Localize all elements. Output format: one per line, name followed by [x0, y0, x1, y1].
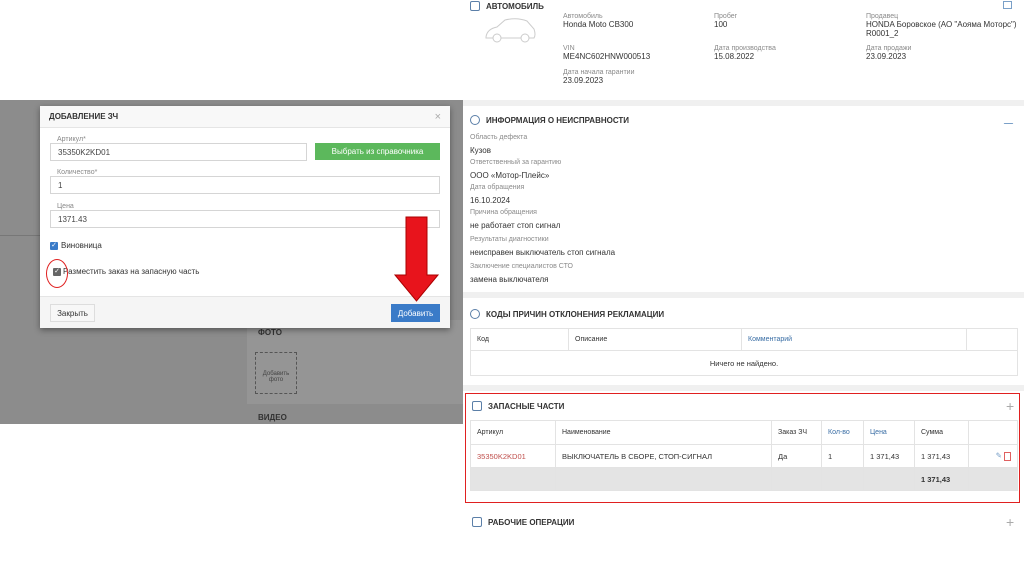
video-title: ВИДЕО — [258, 413, 287, 422]
car-field-mileage: Пробег 100 — [714, 13, 738, 29]
part-order: Да — [771, 444, 822, 468]
edit-icon[interactable] — [1003, 116, 1018, 124]
modal-title: ДОБАВЛЕНИЕ ЗЧ — [49, 112, 119, 121]
car-image — [485, 18, 536, 43]
arrow-down-icon — [393, 216, 440, 302]
col-actions — [968, 420, 1018, 445]
codes-section-header: КОДЫ ПРИЧИН ОТКЛОНЕНИЯ РЕКЛАМАЦИИ — [470, 309, 664, 319]
culprit-label: Виновница — [61, 241, 102, 250]
col-price[interactable]: Цена — [863, 420, 915, 445]
part-sum: 1 371,43 — [914, 444, 969, 468]
col-sum: Сумма — [914, 420, 969, 445]
quantity-input[interactable]: 1 — [50, 176, 440, 194]
add-button[interactable]: Добавить — [391, 304, 440, 322]
divider — [463, 292, 1024, 298]
car-title: АВТОМОБИЛЬ — [486, 1, 544, 11]
part-name: ВЫКЛЮЧАТЕЛЬ В СБОРЕ, СТОП-СИГНАЛ — [555, 444, 772, 468]
part-article-link[interactable]: 35350K2KD01 — [470, 444, 556, 468]
add-part-button[interactable]: + — [1006, 398, 1014, 414]
article-label: Артикул* — [55, 136, 88, 143]
divider — [463, 385, 1024, 391]
add-part-modal: ДОБАВЛЕНИЕ ЗЧ × 35350K2KD01 Артикул* Выб… — [40, 106, 450, 328]
pick-from-catalog-button[interactable]: Выбрать из справочника — [315, 143, 440, 160]
col-description: Описание — [568, 328, 742, 351]
article-input[interactable]: 35350K2KD01 — [50, 143, 307, 161]
culprit-checkbox[interactable]: ✓ — [50, 242, 58, 250]
car-field-model: Автомобиль Honda Moto CB300 — [563, 13, 634, 29]
quantity-label: Количество* — [55, 169, 100, 176]
edit-icon[interactable]: ✎ — [996, 451, 1002, 460]
car-section-header: АВТОМОБИЛЬ — [470, 1, 544, 11]
info-icon — [470, 115, 480, 125]
ops-icon — [472, 517, 482, 527]
car-field-vin: VIN ME4NC602HNW000513 — [563, 45, 651, 61]
row-actions: ✎ — [968, 444, 1018, 468]
ops-title: РАБОЧИЕ ОПЕРАЦИИ — [488, 517, 575, 527]
price-label: Цена — [55, 203, 76, 210]
codes-title: КОДЫ ПРИЧИН ОТКЛОНЕНИЯ РЕКЛАМАЦИИ — [486, 309, 665, 319]
parts-title: ЗАПАСНЫЕ ЧАСТИ — [488, 401, 565, 411]
codes-table: Код Описание Комментарий Ничего не найдено… — [470, 328, 1018, 376]
add-photo-button[interactable]: Добавить фото — [255, 352, 297, 394]
fault-title: ИНФОРМАЦИЯ О НЕИСПРАВНОСТИ — [486, 115, 630, 125]
close-icon[interactable]: × — [435, 111, 441, 123]
codes-icon — [470, 309, 480, 319]
car-field-production-date: Дата производства 15.08.2022 — [714, 45, 776, 61]
fault-section-header: ИНФОРМАЦИЯ О НЕИСПРАВНОСТИ — [470, 115, 629, 125]
delete-icon[interactable] — [1004, 451, 1011, 461]
photo-title: ФОТО — [258, 328, 282, 337]
edit-icon[interactable] — [1003, 1, 1012, 9]
parts-table: Артикул Наименование Заказ ЗЧ Кол-во Цена Сум… — [470, 420, 1018, 491]
col-name: Наименование — [555, 420, 772, 445]
ops-section-header: РАБОЧИЕ ОПЕРАЦИИ — [472, 517, 574, 527]
col-article: Артикул — [470, 420, 556, 445]
car-field-warranty-start: Дата начала гарантии 23.09.2023 — [563, 69, 635, 85]
modal-footer — [40, 296, 450, 328]
fault-fields: Область дефекта Кузов Ответственный за га… — [470, 134, 616, 284]
car-field-sale-date: Дата продажи 23.09.2023 — [866, 45, 912, 61]
close-button[interactable]: Закрыть — [50, 304, 95, 322]
col-empty — [966, 328, 1018, 351]
parts-total: 1 371,43 — [914, 467, 969, 491]
table-row: 35350K2KD01 ВЫКЛЮЧАТЕЛЬ В СБОРЕ, СТОП-СИГ… — [470, 444, 1018, 468]
col-order: Заказ ЗЧ — [771, 420, 822, 445]
empty-message: Ничего не найдено. — [470, 350, 1018, 376]
part-price: 1 371,43 — [863, 444, 915, 468]
highlight-circle — [46, 259, 68, 288]
part-qty: 1 — [821, 444, 864, 468]
col-comment[interactable]: Комментарий — [741, 328, 967, 351]
price-input[interactable]: 1371.43 — [50, 210, 440, 228]
col-code: Код — [470, 328, 569, 351]
car-field-seller: Продавец HONDA Боровское (АО "Аояма Мотор… — [866, 13, 1017, 38]
modal-header: ДОБАВЛЕНИЕ ЗЧ × — [40, 106, 450, 128]
car-icon — [470, 1, 480, 11]
add-operation-button[interactable]: + — [1006, 514, 1014, 530]
order-part-label: Разместить заказ на запасную часть — [63, 267, 200, 276]
parts-section-header: ЗАПАСНЫЕ ЧАСТИ — [472, 401, 564, 411]
total-row: 1 371,43 — [470, 467, 1018, 491]
divider — [463, 100, 1024, 106]
parts-icon — [472, 401, 482, 411]
col-qty[interactable]: Кол-во — [821, 420, 864, 445]
